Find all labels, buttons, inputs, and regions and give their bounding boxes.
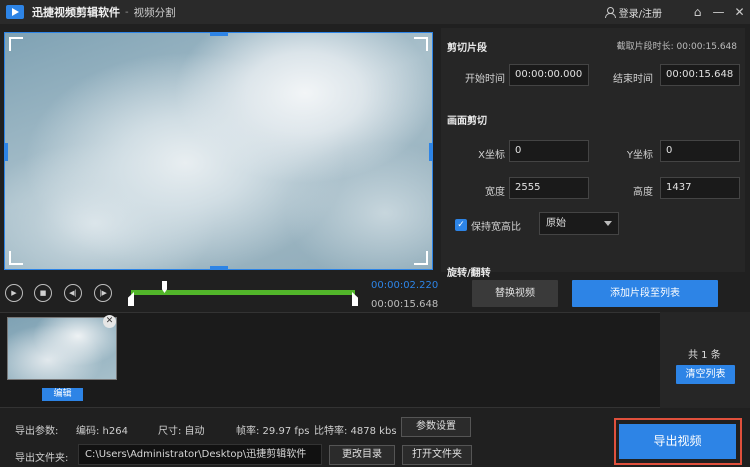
- height-label: 高度: [633, 187, 653, 198]
- app-logo-icon: [6, 5, 24, 19]
- crop-corner-bottom-right[interactable]: [414, 251, 428, 265]
- start-time-field[interactable]: 00:00:00.000: [509, 64, 589, 86]
- next-frame-button[interactable]: |▶: [94, 284, 112, 302]
- ratio-select-value: 原始: [546, 218, 566, 229]
- settings-panel: 剪切片段 截取片段时长: 00:00:15.648 开始时间 00:00:00.…: [441, 28, 745, 279]
- next-frame-icon: |▶: [99, 289, 107, 297]
- title-separator: -: [125, 6, 129, 18]
- edit-clip-button[interactable]: 编辑: [42, 388, 83, 401]
- export-video-button[interactable]: 导出视频: [619, 424, 736, 459]
- size-value: 尺寸: 自动: [158, 426, 205, 437]
- stop-icon: ■: [39, 289, 47, 297]
- keep-ratio-checkbox[interactable]: ✓: [455, 219, 467, 231]
- clip-duration: 截取片段时长: 00:00:15.648: [616, 42, 737, 52]
- crop-handle-right[interactable]: [429, 143, 432, 161]
- crop-handle-bottom[interactable]: [210, 266, 228, 269]
- clip-count: 共 1 条: [688, 350, 721, 361]
- crop-handle-left[interactable]: [5, 143, 8, 161]
- bitrate-value: 比特率: 4878 kbs: [314, 426, 397, 437]
- add-segment-button[interactable]: 添加片段至列表: [572, 280, 718, 307]
- title-bar: 迅捷视频剪辑软件 - 视频分割 登录/注册 ⌂ — ✕: [0, 0, 750, 24]
- open-folder-button[interactable]: 打开文件夹: [402, 445, 472, 465]
- clear-list-button[interactable]: 清空列表: [676, 365, 735, 384]
- prev-frame-button[interactable]: ◀|: [64, 284, 82, 302]
- clip-section-title: 剪切片段: [447, 43, 487, 54]
- export-folder-label: 导出文件夹:: [15, 453, 69, 464]
- fps-value: 帧率: 29.97 fps: [236, 426, 310, 437]
- crop-corner-top-right[interactable]: [414, 37, 428, 51]
- export-folder-path: C:\Users\Administrator\Desktop\迅捷剪辑软件: [78, 444, 322, 465]
- prev-frame-icon: ◀|: [69, 289, 77, 297]
- crop-corner-top-left[interactable]: [9, 37, 23, 51]
- keep-ratio-label: 保持宽高比: [471, 222, 521, 233]
- user-icon: [604, 6, 616, 18]
- app-title: 迅捷视频剪辑软件: [32, 6, 120, 19]
- minimize-icon[interactable]: —: [708, 0, 729, 24]
- y-coord-field[interactable]: 0: [660, 140, 740, 162]
- page-subtitle: 视频分割: [133, 6, 176, 19]
- width-field[interactable]: 2555: [509, 177, 589, 199]
- crop-corner-bottom-left[interactable]: [9, 251, 23, 265]
- login-link[interactable]: 登录/注册: [619, 5, 662, 20]
- stop-button[interactable]: ■: [34, 284, 52, 302]
- video-preview[interactable]: [4, 32, 433, 270]
- total-time: 00:00:15.648: [371, 299, 439, 310]
- export-params-label: 导出参数:: [15, 426, 59, 437]
- end-time-label: 结束时间: [613, 74, 653, 85]
- close-icon[interactable]: ✕: [729, 0, 750, 24]
- clip-duration-value: 00:00:15.648: [676, 42, 737, 52]
- end-time-field[interactable]: 00:00:15.648: [660, 64, 740, 86]
- change-dir-button[interactable]: 更改目录: [329, 445, 395, 465]
- crop-handle-top[interactable]: [210, 33, 228, 36]
- clip-thumbnail[interactable]: [7, 317, 117, 380]
- chevron-down-icon: [604, 221, 612, 226]
- app-window: 迅捷视频剪辑软件 - 视频分割 登录/注册 ⌂ — ✕ ▶ ■ ◀| |▶ 00…: [0, 0, 750, 467]
- play-icon: ▶: [11, 289, 17, 297]
- x-coord-field[interactable]: 0: [509, 140, 589, 162]
- title-bar-actions: 登录/注册 ⌂ — ✕: [604, 0, 750, 24]
- rotate-section-title: 旋转/翻转: [447, 268, 491, 279]
- params-settings-button[interactable]: 参数设置: [401, 417, 471, 437]
- x-coord-label: X坐标: [478, 150, 505, 161]
- ratio-select[interactable]: 原始: [539, 212, 619, 235]
- y-coord-label: Y坐标: [626, 150, 653, 161]
- remove-clip-icon[interactable]: ✕: [103, 315, 116, 328]
- crop-section-title: 画面剪切: [447, 116, 487, 127]
- clip-duration-label: 截取片段时长: [616, 42, 671, 52]
- start-time-label: 开始时间: [465, 74, 505, 85]
- trim-end-handle[interactable]: [352, 292, 358, 306]
- codec-value: 编码: h264: [76, 426, 128, 437]
- width-label: 宽度: [485, 187, 505, 198]
- height-field[interactable]: 1437: [660, 177, 740, 199]
- play-button[interactable]: ▶: [5, 284, 23, 302]
- home-icon[interactable]: ⌂: [687, 0, 708, 24]
- current-time: 00:00:02.220: [371, 280, 439, 291]
- replace-video-button[interactable]: 替换视频: [472, 280, 558, 307]
